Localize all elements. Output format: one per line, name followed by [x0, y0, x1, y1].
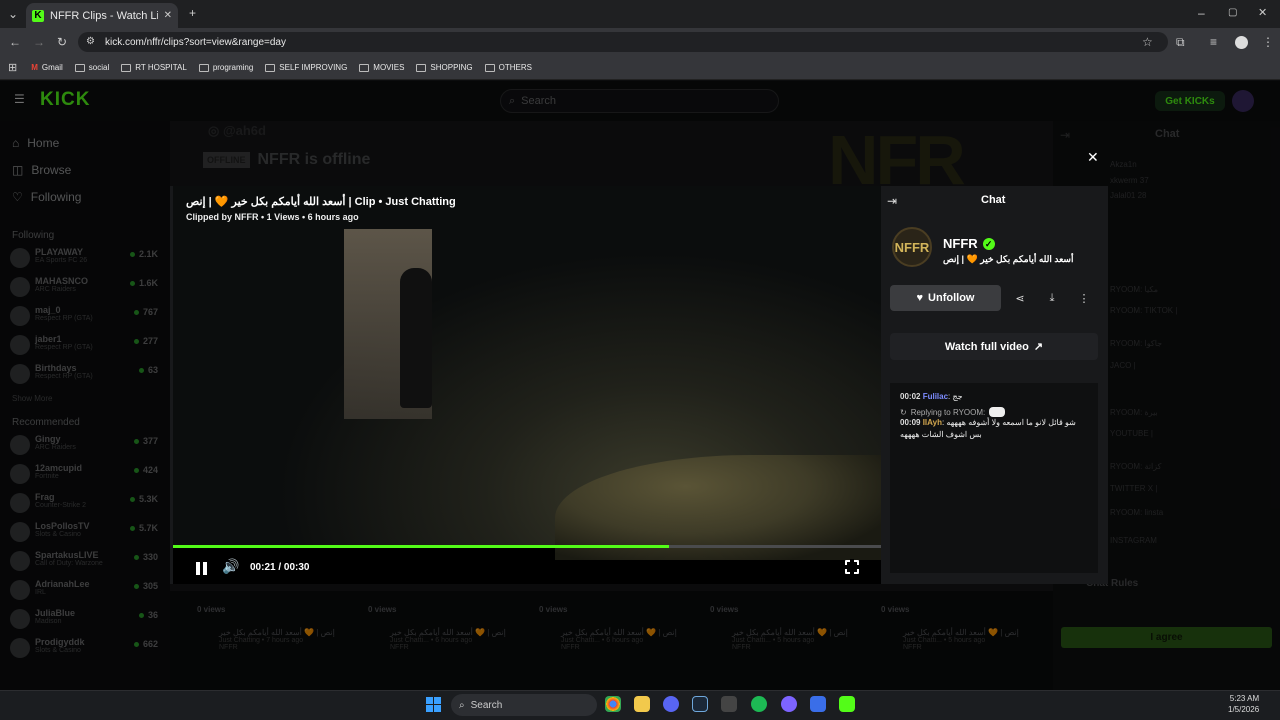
chat-username[interactable]: IlAyh: [923, 418, 942, 427]
watch-full-video-button[interactable]: Watch full video ↗: [890, 333, 1098, 360]
bookmark-shopping[interactable]: SHOPPING: [416, 63, 473, 72]
taskbar-search[interactable]: ⌕ Search: [451, 694, 597, 716]
discord-icon[interactable]: [663, 696, 679, 712]
new-tab-icon[interactable]: +: [189, 6, 196, 20]
bookmark-social[interactable]: social: [74, 63, 109, 72]
bookmark-self-improving[interactable]: SELF IMPROVING: [265, 63, 347, 72]
app-icon[interactable]: [810, 696, 826, 712]
reply-indicator: ↻ Replying to RYOOM:: [900, 407, 1088, 417]
chat-text: جج: [952, 392, 963, 401]
bookmark-gmail[interactable]: M Gmail: [31, 63, 63, 72]
chat-username[interactable]: Fulilac: [923, 392, 948, 401]
maximize-icon[interactable]: ▢: [1228, 6, 1237, 20]
reload-icon[interactable]: ↻: [57, 35, 67, 49]
video-progress-fill[interactable]: [173, 545, 669, 548]
volume-icon[interactable]: 🔊: [222, 558, 239, 575]
fullscreen-icon[interactable]: [844, 559, 860, 575]
minimize-icon[interactable]: –: [1198, 6, 1205, 20]
menu-dots-icon[interactable]: ⋮: [1262, 35, 1274, 49]
folder-icon: [121, 63, 132, 72]
bookmark-star-icon[interactable]: ☆: [1142, 35, 1153, 49]
close-window-icon[interactable]: ✕: [1258, 6, 1267, 20]
share-icon[interactable]: ⋖: [1007, 285, 1033, 311]
chat-message: 00:09 IlAyh: شو قائل لانو ما اسمعه ولا أ…: [900, 418, 1076, 439]
back-icon[interactable]: ←: [9, 35, 21, 49]
site-info-icon[interactable]: ⚙: [86, 35, 95, 49]
file-explorer-icon[interactable]: [634, 696, 650, 712]
clip-chat-replay: 00:02 Fulilac: جج ↻ Replying to RYOOM: 00:0…: [890, 383, 1098, 573]
browser-tab[interactable]: K NFFR Clips - Watch Live on ✕: [26, 3, 178, 28]
emote-icon: [989, 407, 1006, 417]
bookmarks-bar: ⊞ M Gmail social RT HOSPITAL programing S…: [0, 56, 1280, 80]
folder-icon: [265, 63, 276, 72]
reading-list-icon[interactable]: ≡: [1210, 35, 1217, 49]
pause-button[interactable]: [193, 560, 209, 576]
channel-avatar[interactable]: NFFR: [892, 227, 932, 267]
steam-icon[interactable]: [692, 696, 708, 712]
external-link-icon: ↗: [1033, 341, 1044, 353]
channel-subtitle: أسعد الله أيامكم بكل خير 🧡 | إنص: [943, 254, 1074, 264]
close-modal-icon[interactable]: ✕: [1087, 149, 1099, 166]
video-time: 00:21 / 00:30: [250, 562, 310, 573]
folder-icon: [74, 63, 85, 72]
bookmark-movies[interactable]: MOVIES: [359, 63, 404, 72]
close-tab-icon[interactable]: ✕: [164, 9, 172, 23]
apps-icon[interactable]: ⊞: [8, 61, 17, 75]
url-text[interactable]: kick.com/nffr/clips?sort=view&range=day: [105, 37, 286, 48]
folder-icon: [198, 63, 209, 72]
tab-title: NFFR Clips - Watch Live on: [50, 9, 158, 22]
chrome-icon[interactable]: [605, 696, 621, 712]
download-icon[interactable]: ⤓: [1039, 285, 1065, 311]
taskbar-clock[interactable]: 5:23 AM 1/5/2026: [1228, 693, 1259, 715]
xbox-icon[interactable]: [721, 696, 737, 712]
bookmark-rt-hospital[interactable]: RT HOSPITAL: [121, 63, 187, 72]
bookmark-others[interactable]: OTHERS: [484, 63, 532, 72]
tab-list-icon[interactable]: ⌄: [8, 7, 18, 21]
heart-icon: ♥: [916, 292, 924, 304]
kick-app-icon[interactable]: [839, 696, 855, 712]
channel-name-text: NFFR: [943, 236, 978, 251]
profile-icon[interactable]: [1235, 36, 1248, 49]
spotify-icon[interactable]: [751, 696, 767, 712]
folder-icon: [484, 63, 495, 72]
forward-icon[interactable]: →: [33, 35, 45, 49]
folder-icon: [359, 63, 370, 72]
channel-name[interactable]: NFFR ✓: [943, 236, 995, 251]
chat-timestamp: 00:02: [900, 392, 921, 401]
pause-bar: [195, 561, 200, 575]
collapse-panel-icon[interactable]: ⇥: [887, 194, 897, 208]
folder-icon: [416, 63, 427, 72]
chat-timestamp: 00:09: [900, 418, 921, 427]
chat-message: 00:02 Fulilac: جج: [900, 392, 963, 401]
verified-icon: ✓: [982, 237, 995, 250]
omnibox[interactable]: ⚙ kick.com/nffr/clips?sort=view&range=da…: [78, 32, 1168, 52]
reply-icon: ↻: [900, 407, 907, 417]
clip-title: أسعد الله أيامكم بكل خير 🧡 | إنص | Clip …: [186, 196, 456, 208]
video-figure: [400, 268, 432, 408]
side-panel-title: Chat: [981, 194, 1006, 206]
bookmark-programing[interactable]: programing: [198, 63, 253, 72]
extensions-icon[interactable]: ⧉: [1176, 35, 1185, 49]
unfollow-button[interactable]: ♥ Unfollow: [890, 285, 1001, 311]
app-icon[interactable]: [781, 696, 797, 712]
pause-bar: [202, 561, 207, 575]
more-options-icon[interactable]: ⋮: [1071, 285, 1097, 311]
search-icon: ⌕: [459, 699, 465, 711]
kick-favicon: K: [32, 9, 44, 22]
clip-meta: Clipped by NFFR • 1 Views • 6 hours ago: [186, 212, 359, 222]
windows-start-icon[interactable]: [426, 697, 441, 712]
gmail-icon: M: [31, 63, 38, 72]
